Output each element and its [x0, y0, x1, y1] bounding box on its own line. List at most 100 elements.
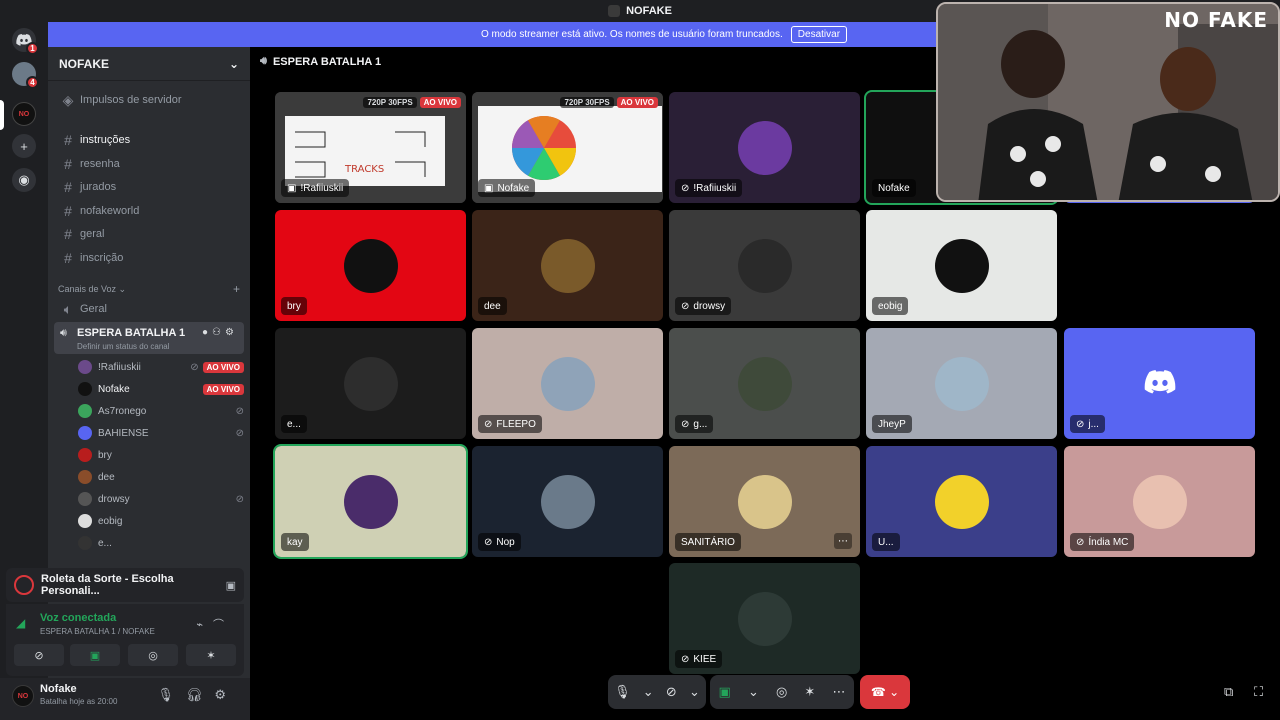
voice-user-status: ⊘	[236, 494, 244, 505]
add-server-icon[interactable]: +	[12, 134, 36, 158]
channel-label: inscrição	[80, 252, 124, 264]
user-name[interactable]: Nofake	[40, 683, 77, 695]
live-badge: AO VIVO	[202, 383, 244, 395]
channel-inscricao[interactable]: # inscrição	[54, 247, 244, 269]
participant-tile[interactable]: ⊘ g...	[669, 328, 860, 439]
voice-category-header[interactable]: Canais de Voz ⌄ +	[58, 281, 240, 297]
participant-tile[interactable]: ⊘ Índia MC	[1064, 446, 1255, 557]
activity-card[interactable]: Roleta da Sorte - Escolha Personali... ▣	[6, 568, 244, 602]
resolution-badge: 720P 30FPS	[560, 97, 614, 108]
user-controls[interactable]: 🎙︎🎧︎⚙	[157, 687, 238, 703]
participant-tile[interactable]: e...	[275, 328, 466, 439]
participant-tile[interactable]: SANITÁRIO ⋯	[669, 446, 860, 557]
participant-avatar	[737, 474, 792, 529]
muted-icon: ⊘	[484, 418, 493, 430]
screen-share-button[interactable]: ▣	[70, 644, 120, 666]
speaker-icon: 🔊︎	[60, 327, 67, 339]
voice-user-item[interactable]: eobig	[78, 511, 244, 531]
voice-user-item[interactable]: bry	[78, 445, 244, 465]
disconnect-button[interactable]: ☎︎ ⌄	[860, 675, 910, 709]
voice-user-status: AO VIVO	[202, 383, 244, 395]
voice-user-item[interactable]: dee	[78, 467, 244, 487]
user-avatar	[78, 492, 92, 506]
activity-icon[interactable]: ◎	[776, 684, 787, 700]
participant-tile[interactable]: ⊘ !Rafiiuskii	[669, 92, 860, 203]
user-avatar[interactable]: NO	[12, 685, 34, 707]
chevron-down-icon[interactable]: ⌄	[748, 684, 759, 700]
participant-tile[interactable]: eobig	[866, 210, 1057, 321]
voice-user-item[interactable]: As7ronego ⊘	[78, 401, 244, 421]
channel-nofakeworld[interactable]: # nofakeworld	[54, 200, 244, 222]
voice-user-item[interactable]: !Rafiiuskii ⊘ AO VIVO	[78, 357, 244, 377]
chevron-down-icon[interactable]: ⌄	[643, 684, 654, 700]
live-badge: AO VIVO	[202, 361, 244, 373]
voice-user-item[interactable]: drowsy ⊘	[78, 489, 244, 509]
participant-tile[interactable]: U...	[866, 446, 1057, 557]
participant-tile[interactable]: dee	[472, 210, 663, 321]
camera-off-icon[interactable]: ⊘	[666, 684, 677, 700]
participant-tile[interactable]: TRACKS 720P 30FPS AO VIVO ▣ !Rafiiuskii	[275, 92, 466, 203]
server-boost-item[interactable]: ◈ Impulsos de servidor	[54, 89, 244, 111]
participant-tile[interactable]: ⊘ Nop	[472, 446, 663, 557]
channel-instrucoes[interactable]: # instruções	[54, 129, 244, 151]
voice-user-name: As7ronego	[98, 405, 147, 417]
screen-share-icon[interactable]: ▣	[226, 579, 236, 592]
disable-streamer-mode-button[interactable]: Desativar	[790, 26, 848, 43]
user-panel: NO Nofake Batalha hoje as 20:00 🎙︎🎧︎⚙	[0, 678, 250, 720]
user-avatar	[78, 404, 92, 418]
nofake-server-icon[interactable]: NO	[12, 102, 36, 126]
participant-tile[interactable]: ⊘ drowsy	[669, 210, 860, 321]
deafened-icon: ⊘	[235, 405, 244, 417]
participant-name: !Rafiiuskii	[300, 182, 344, 194]
soundboard-button[interactable]: ✶	[186, 644, 236, 666]
screen-share-icon[interactable]: ▣	[719, 684, 731, 700]
channel-label: Geral	[80, 303, 107, 315]
participant-tile[interactable]: bry	[275, 210, 466, 321]
participant-name: g...	[693, 418, 708, 430]
camera-off-button[interactable]: ⊘	[14, 644, 64, 666]
chevron-down-icon[interactable]: ⌄	[689, 684, 700, 700]
participant-tile[interactable]: ⊘ j...	[1064, 328, 1255, 439]
soundboard-icon[interactable]: ✶	[804, 684, 815, 700]
channel-geral[interactable]: # geral	[54, 223, 244, 245]
deafened-icon: ⊘	[235, 427, 244, 439]
voice-channel-geral[interactable]: 🔈︎ Geral	[54, 298, 244, 320]
signal-icon[interactable]: ◢	[16, 616, 25, 630]
voice-user-item[interactable]: Nofake AO VIVO	[78, 379, 244, 399]
activity-button[interactable]: ◎	[128, 644, 178, 666]
participant-name: eobig	[878, 300, 903, 312]
channel-action-icons[interactable]: ●⚇⚙	[202, 327, 238, 338]
noise-disconnect-icons[interactable]: ⌁⌒	[196, 616, 234, 632]
participant-avatar	[343, 356, 398, 411]
voice-status[interactable]: Voz conectada	[40, 612, 116, 624]
participant-tile[interactable]: 720P 30FPS AO VIVO ▣ Nofake	[472, 92, 663, 203]
participant-tile[interactable]: ⊘ KIEE	[669, 563, 860, 674]
channel-status-hint[interactable]: Definir um status do canal	[77, 342, 170, 351]
voice-channel-espera-batalha-1[interactable]: 🔊︎ ESPERA BATALHA 1 Definir um status do…	[54, 322, 244, 354]
discord-home-icon[interactable]: 1	[12, 28, 39, 55]
voice-user-item[interactable]: e...	[78, 533, 244, 553]
participant-avatar	[343, 474, 398, 529]
participant-name-tag: SANITÁRIO	[675, 533, 741, 551]
participant-tile[interactable]: kay	[273, 444, 468, 559]
user-avatar	[78, 448, 92, 462]
window-title: NOFAKE	[626, 5, 672, 17]
resolution-badge: 720P 30FPS	[363, 97, 417, 108]
fullscreen-icon[interactable]: ⛶	[1254, 684, 1263, 700]
microphone-icon[interactable]: 🎙︎	[614, 684, 631, 700]
participant-name: SANITÁRIO	[681, 536, 735, 548]
participant-tile[interactable]: ⊘ FLEEPO	[472, 328, 663, 439]
channel-resenha[interactable]: # resenha	[54, 153, 244, 175]
more-icon[interactable]: ⋯	[832, 684, 845, 700]
popout-icon[interactable]: ⧉	[1224, 684, 1233, 700]
more-options-icon[interactable]: ⋯	[834, 533, 852, 549]
participant-tile[interactable]: JheyP	[866, 328, 1057, 439]
voice-user-item[interactable]: BAHIENSE ⊘	[78, 423, 244, 443]
server-icon[interactable]: 4	[12, 62, 39, 89]
unread-badge: 1	[26, 42, 39, 55]
user-avatar	[78, 360, 92, 374]
discover-icon[interactable]: ◉	[12, 168, 36, 192]
add-channel-icon[interactable]: +	[233, 282, 240, 296]
guild-header[interactable]: NOFAKE ⌄	[48, 47, 250, 81]
channel-jurados[interactable]: # jurados	[54, 176, 244, 198]
